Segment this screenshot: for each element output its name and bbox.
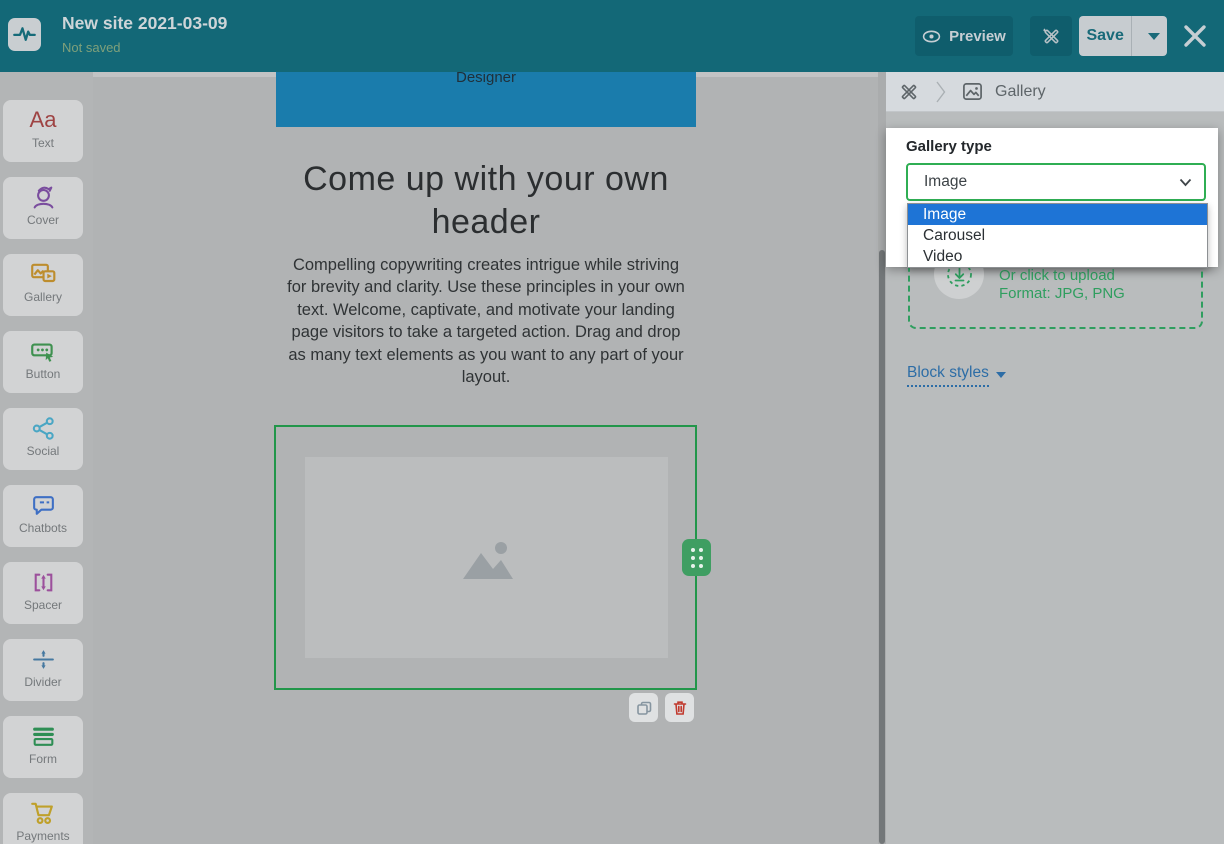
chevron-down-icon [1148, 33, 1160, 40]
design-tools-button[interactable] [1030, 16, 1072, 56]
site-builder-window: New site 2021-03-09 Not saved Preview Sa… [0, 0, 1224, 844]
sidebar-item-social[interactable]: Social [3, 408, 83, 470]
body-text-block[interactable]: Compelling copywriting creates intrigue … [286, 254, 686, 388]
crossed-pencils-icon [898, 81, 920, 103]
sidebar-item-label: Social [27, 444, 60, 458]
sidebar-item-form[interactable]: Form [3, 716, 83, 778]
breadcrumb-tools-button[interactable] [898, 81, 920, 103]
sidebar-item-button[interactable]: Button [3, 331, 83, 393]
spacer-icon [30, 567, 57, 597]
sidebar-item-divider[interactable]: Divider [3, 639, 83, 701]
gallery-type-label: Gallery type [906, 138, 992, 155]
dropdown-option-video[interactable]: Video [908, 246, 1207, 267]
app-logo[interactable] [8, 18, 41, 51]
drag-dots-icon [691, 548, 703, 568]
eye-icon [922, 30, 941, 43]
sidebar-item-label: Gallery [24, 290, 62, 304]
breadcrumb-label: Gallery [995, 83, 1046, 101]
sidebar-item-label: Form [29, 752, 57, 766]
selected-gallery-block[interactable] [274, 425, 697, 690]
block-drag-handle[interactable] [682, 539, 711, 576]
trash-icon [672, 700, 688, 716]
upload-line1: Or click to upload [999, 267, 1125, 285]
sidebar-item-label: Divider [24, 675, 61, 689]
sidebar-item-payments[interactable]: Payments [3, 793, 83, 844]
close-button[interactable] [1183, 24, 1207, 48]
text-icon: Aa [30, 105, 57, 135]
sidebar-item-text[interactable]: Aa Text [3, 100, 83, 162]
upload-line2: Format: JPG, PNG [999, 285, 1125, 303]
block-styles-link[interactable]: Block styles [907, 364, 1006, 387]
panel-breadcrumb: Gallery [886, 72, 1224, 112]
top-bar: New site 2021-03-09 Not saved Preview Sa… [0, 0, 1224, 72]
canvas-scrollbar-thumb[interactable] [879, 250, 885, 844]
gallery-icon [29, 259, 57, 289]
cover-block[interactable]: Designer [276, 72, 696, 127]
save-options-button[interactable] [1140, 16, 1167, 56]
copy-icon [636, 700, 652, 716]
divider-icon [30, 644, 57, 674]
cover-block-text: Designer [276, 72, 696, 86]
cover-icon [30, 182, 57, 212]
preview-button[interactable]: Preview [915, 16, 1013, 56]
sidebar-item-spacer[interactable]: Spacer [3, 562, 83, 624]
dropdown-option-carousel[interactable]: Carousel [908, 225, 1207, 246]
form-icon [30, 721, 57, 751]
gallery-type-dropdown: Image Carousel Video [907, 203, 1208, 268]
save-status: Not saved [62, 40, 121, 55]
breadcrumb-gallery: Gallery [962, 81, 1046, 102]
sidebar-item-label: Spacer [24, 598, 62, 612]
chevron-down-icon [996, 372, 1006, 378]
sidebar-item-cover[interactable]: Cover [3, 177, 83, 239]
sidebar-item-label: Chatbots [19, 521, 67, 535]
sidebar-item-chatbots[interactable]: Chatbots [3, 485, 83, 547]
sidebar-item-label: Payments [16, 829, 69, 843]
site-title: New site 2021-03-09 [62, 13, 227, 34]
chevron-down-icon [1179, 178, 1192, 187]
block-styles-label: Block styles [907, 364, 989, 387]
image-placeholder [305, 457, 668, 658]
image-placeholder-icon [455, 535, 519, 581]
crossed-pencils-icon [1041, 26, 1062, 47]
settings-panel: Gallery Gallery type Image Or click to u… [886, 72, 1224, 844]
gallery-crumb-icon [962, 81, 983, 102]
elements-sidebar: Aa Text Cover [0, 72, 93, 844]
pulse-logo-icon [11, 21, 38, 48]
delete-block-button[interactable] [665, 693, 694, 722]
page-canvas: Designer Come up with your own header Co… [93, 72, 878, 844]
sidebar-item-label: Button [26, 367, 61, 381]
select-current-value: Image [924, 173, 967, 191]
social-share-icon [30, 413, 57, 443]
dropdown-option-image[interactable]: Image [908, 204, 1207, 225]
heading-text-block[interactable]: Come up with your own header [286, 158, 686, 244]
duplicate-block-button[interactable] [629, 693, 658, 722]
close-icon [1186, 27, 1204, 45]
sidebar-item-label: Text [32, 136, 54, 150]
chatbot-icon [30, 490, 57, 520]
sidebar-item-label: Cover [27, 213, 59, 227]
gallery-type-select[interactable]: Image [906, 163, 1206, 201]
upload-instructions: Or click to upload Format: JPG, PNG [999, 267, 1125, 303]
save-button[interactable]: Save [1079, 16, 1132, 56]
chevron-separator-icon [936, 80, 946, 104]
preview-button-label: Preview [949, 28, 1006, 45]
save-split-button: Save [1079, 16, 1167, 56]
payments-cart-icon [29, 798, 57, 828]
button-icon [29, 336, 57, 366]
sidebar-item-gallery[interactable]: Gallery [3, 254, 83, 316]
